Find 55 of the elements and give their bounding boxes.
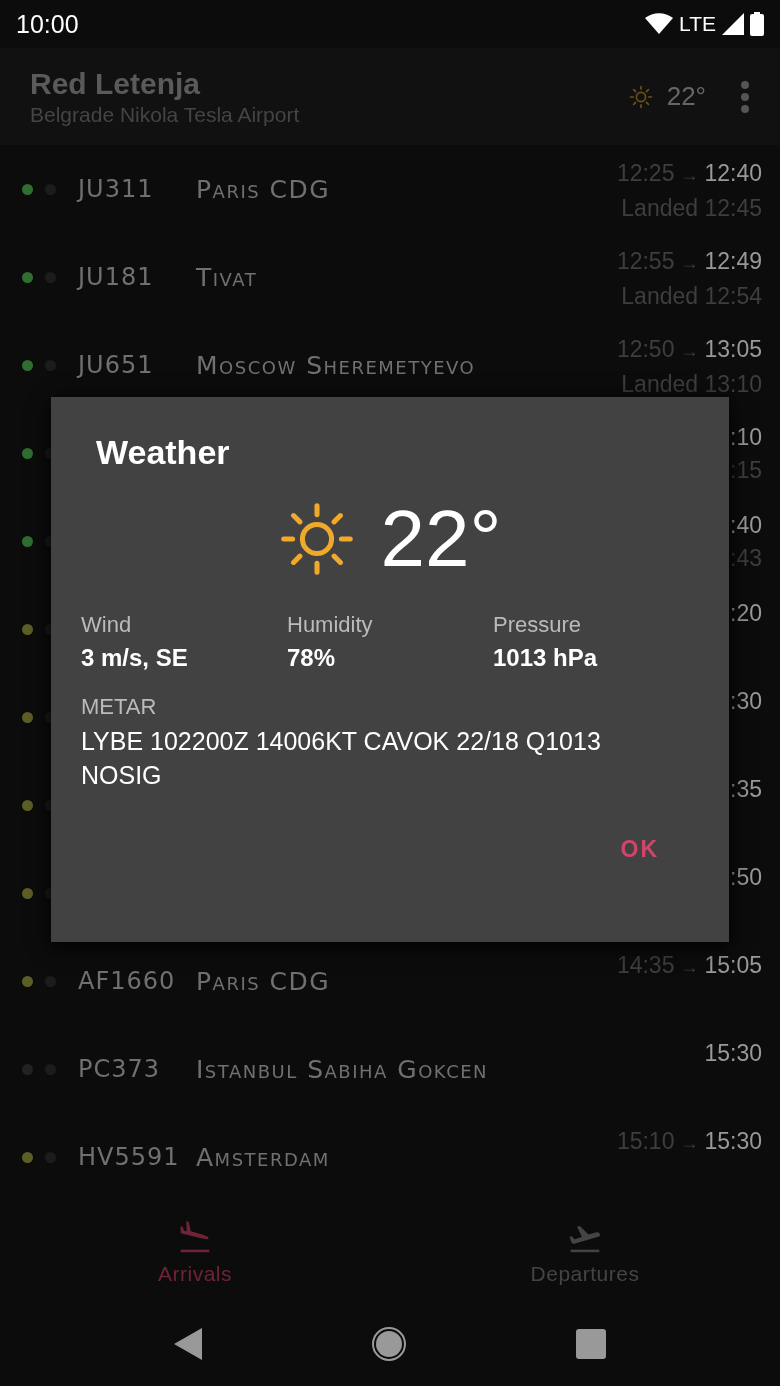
destination: Moscow Sheremetyevo bbox=[196, 350, 476, 380]
battery-icon bbox=[750, 12, 764, 37]
flight-number: PC373 bbox=[78, 1055, 162, 1084]
destination: Paris CDG bbox=[196, 966, 331, 996]
temperature: 22° bbox=[380, 494, 502, 584]
actual-time: :40 bbox=[730, 511, 762, 541]
flight-number: HV5591 bbox=[78, 1143, 181, 1172]
stat-value: 3 m/s, SE bbox=[81, 644, 189, 672]
actual-time: :50 bbox=[730, 863, 762, 893]
flight-number: JU651 bbox=[78, 351, 155, 380]
arrow-glyph: → bbox=[680, 164, 699, 188]
destination: Tivat bbox=[196, 262, 258, 292]
back-icon[interactable] bbox=[174, 1328, 203, 1361]
arrow-glyph: → bbox=[680, 956, 699, 980]
bottom-tab[interactable]: Departures bbox=[390, 1201, 780, 1303]
metar-label: METAR bbox=[81, 694, 158, 720]
actual-time: 15:30 bbox=[704, 1127, 762, 1157]
stat-label: Pressure bbox=[493, 612, 583, 638]
flight-number: JU311 bbox=[78, 175, 155, 204]
recents-icon[interactable] bbox=[575, 1329, 606, 1360]
status-time: 10:00 bbox=[16, 9, 80, 39]
overflow-menu-icon[interactable] bbox=[740, 80, 750, 113]
stat-value: 1013 hPa bbox=[493, 644, 599, 672]
stat-label: Humidity bbox=[287, 612, 374, 638]
stat-label: Wind bbox=[81, 612, 133, 638]
destination: Amsterdam bbox=[196, 1142, 330, 1172]
arrow-glyph: → bbox=[680, 340, 699, 364]
destination: Istanbul Sabiha Gokcen bbox=[196, 1054, 489, 1084]
flight-number: AF1660 bbox=[78, 967, 177, 996]
wifi-icon bbox=[645, 13, 674, 36]
dialog-title: Weather bbox=[95, 433, 231, 472]
actual-time: :35 bbox=[730, 775, 762, 805]
app-title: Red Letenja bbox=[30, 66, 202, 101]
bottom-tab[interactable]: Arrivals bbox=[0, 1201, 390, 1303]
metar-text: LYBE 102200Z 14006KT CAVOK 22/18 Q1013 NOSIG bbox=[81, 726, 602, 791]
actual-time: :10 bbox=[730, 423, 762, 453]
home-icon[interactable] bbox=[371, 1326, 407, 1363]
actual-time: 15:30 bbox=[704, 1039, 762, 1069]
stat-value: 78% bbox=[287, 644, 337, 672]
destination: Paris CDG bbox=[196, 174, 331, 204]
actual-time: 15:05 bbox=[704, 951, 762, 981]
actual-time: 12:40 bbox=[704, 159, 762, 189]
sun-icon bbox=[628, 84, 653, 109]
actual-time: 13:05 bbox=[704, 335, 762, 365]
header-temperature[interactable]: 22° bbox=[666, 81, 706, 113]
arrow-glyph: → bbox=[680, 1132, 699, 1156]
arrow-glyph: → bbox=[680, 252, 699, 276]
flight-number: JU181 bbox=[78, 263, 155, 292]
ok-button[interactable]: OK bbox=[614, 830, 665, 869]
actual-time: :20 bbox=[730, 599, 762, 629]
signal-icon bbox=[722, 13, 744, 36]
actual-time: 12:49 bbox=[704, 247, 762, 277]
network-type: LTE bbox=[679, 12, 716, 37]
actual-time: :30 bbox=[730, 687, 762, 717]
sun-icon bbox=[278, 501, 355, 577]
